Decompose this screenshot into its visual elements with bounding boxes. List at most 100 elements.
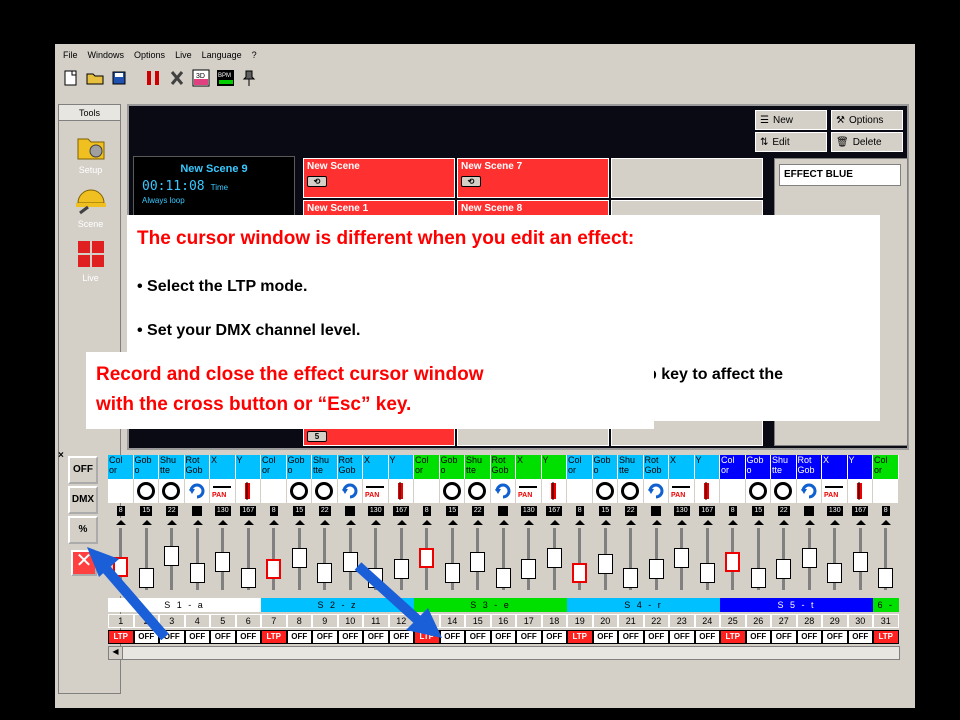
fader-knob[interactable] [776, 558, 791, 579]
fader-up-icon[interactable] [524, 520, 534, 525]
fader-up-icon[interactable] [116, 520, 126, 525]
fader[interactable] [720, 518, 746, 596]
fader[interactable] [185, 518, 211, 596]
fader[interactable] [822, 518, 848, 596]
fader[interactable] [618, 518, 644, 596]
fader[interactable] [669, 518, 695, 596]
fader[interactable] [567, 518, 593, 596]
fader-up-icon[interactable] [651, 520, 662, 525]
off-button[interactable]: OFF [68, 456, 98, 484]
fader-up-icon[interactable] [447, 520, 458, 525]
fader-up-icon[interactable] [269, 520, 279, 525]
channel-mode-button[interactable]: OFF [312, 630, 338, 644]
fader-knob[interactable] [699, 563, 715, 584]
fader-up-icon[interactable] [804, 520, 815, 525]
fader[interactable] [491, 518, 517, 596]
menu-live[interactable]: Live [175, 47, 192, 63]
edit-button[interactable]: ⇅ Edit [755, 132, 827, 152]
channel-mode-button[interactable]: OFF [465, 630, 491, 644]
menu-language[interactable]: Language [202, 47, 242, 63]
fader-up-icon[interactable] [779, 520, 789, 525]
channel-mode-button[interactable]: OFF [618, 630, 644, 644]
fader-up-icon[interactable] [600, 520, 611, 525]
fader-up-icon[interactable] [192, 520, 203, 525]
fader-knob[interactable] [317, 563, 332, 584]
fader-knob[interactable] [801, 547, 817, 568]
new-button[interactable]: ☰ New [755, 110, 827, 130]
open-folder-icon[interactable] [85, 66, 105, 90]
fader-up-icon[interactable] [294, 520, 305, 525]
channel-mode-button[interactable]: OFF [210, 630, 236, 644]
fader-up-icon[interactable] [371, 520, 381, 525]
fader-up-icon[interactable] [345, 520, 356, 525]
fader-knob[interactable] [725, 552, 740, 573]
fader-knob[interactable] [291, 547, 307, 568]
horizontal-scrollbar[interactable]: ◀ [108, 646, 900, 660]
fader-knob[interactable] [878, 567, 893, 588]
fader[interactable] [287, 518, 313, 596]
channel-mode-button[interactable]: OFF [286, 630, 312, 644]
fixture-icon[interactable] [143, 66, 163, 90]
fader-up-icon[interactable] [141, 520, 152, 525]
tool-live[interactable]: Live [59, 237, 122, 283]
fader-up-icon[interactable] [167, 520, 177, 525]
channel-mode-button[interactable]: OFF [516, 630, 542, 644]
fader[interactable] [746, 518, 772, 596]
delete-button[interactable]: 🗑 Delete [831, 132, 903, 152]
new-file-icon[interactable] [61, 66, 81, 90]
fader-knob[interactable] [572, 563, 587, 584]
fader[interactable] [771, 518, 797, 596]
close-icon[interactable]: × [58, 450, 64, 461]
fader[interactable] [210, 518, 236, 596]
fader-up-icon[interactable] [498, 520, 509, 525]
dmx-button[interactable]: DMX [68, 486, 98, 514]
pin-icon[interactable] [239, 66, 259, 90]
fader-knob[interactable] [827, 563, 842, 584]
tool-scene[interactable]: Scene [59, 183, 122, 229]
fader-up-icon[interactable] [830, 520, 840, 525]
fader-up-icon[interactable] [753, 520, 764, 525]
channel-mode-button[interactable]: LTP [873, 630, 899, 644]
fader-up-icon[interactable] [855, 520, 866, 525]
tool-setup[interactable]: Setup [59, 129, 122, 175]
channel-mode-button[interactable]: OFF [796, 630, 822, 644]
fader[interactable] [644, 518, 670, 596]
fader-up-icon[interactable] [677, 520, 687, 525]
fader-knob[interactable] [215, 552, 230, 573]
scroll-left-icon[interactable]: ◀ [109, 647, 123, 659]
fader-knob[interactable] [674, 547, 689, 568]
fader[interactable] [261, 518, 287, 596]
channel-mode-button[interactable]: OFF [847, 630, 873, 644]
fader-up-icon[interactable] [626, 520, 636, 525]
scene-cell[interactable]: New Scene 7 ⟲ [457, 158, 609, 198]
fader-knob[interactable] [495, 567, 511, 588]
fader-knob[interactable] [240, 567, 256, 588]
fader-up-icon[interactable] [728, 520, 738, 525]
fader[interactable] [593, 518, 619, 596]
channel-mode-button[interactable]: OFF [643, 630, 669, 644]
menu-windows[interactable]: Windows [88, 47, 125, 63]
fader-up-icon[interactable] [422, 520, 432, 525]
menu-options[interactable]: Options [134, 47, 165, 63]
effect-list-item[interactable]: EFFECT BLUE [779, 164, 901, 186]
fader-up-icon[interactable] [218, 520, 228, 525]
fader-knob[interactable] [521, 558, 536, 579]
fader[interactable] [848, 518, 874, 596]
tools-icon[interactable] [167, 66, 187, 90]
channel-mode-button[interactable]: OFF [745, 630, 771, 644]
menu-help[interactable]: ? [252, 47, 257, 63]
3d-icon[interactable]: 3D [191, 66, 211, 90]
channel-mode-button[interactable]: LTP [261, 630, 287, 644]
scene-cell[interactable]: New Scene ⟲ [303, 158, 455, 198]
fader[interactable] [465, 518, 491, 596]
fader-knob[interactable] [623, 567, 638, 588]
save-icon[interactable] [109, 66, 129, 90]
fader-knob[interactable] [648, 558, 664, 579]
fader[interactable] [236, 518, 262, 596]
menu-file[interactable]: File [63, 47, 78, 63]
fader-up-icon[interactable] [320, 520, 330, 525]
fader-knob[interactable] [470, 552, 485, 573]
fader-knob[interactable] [750, 567, 766, 588]
fader-knob[interactable] [189, 563, 205, 584]
fader-knob[interactable] [266, 558, 281, 579]
